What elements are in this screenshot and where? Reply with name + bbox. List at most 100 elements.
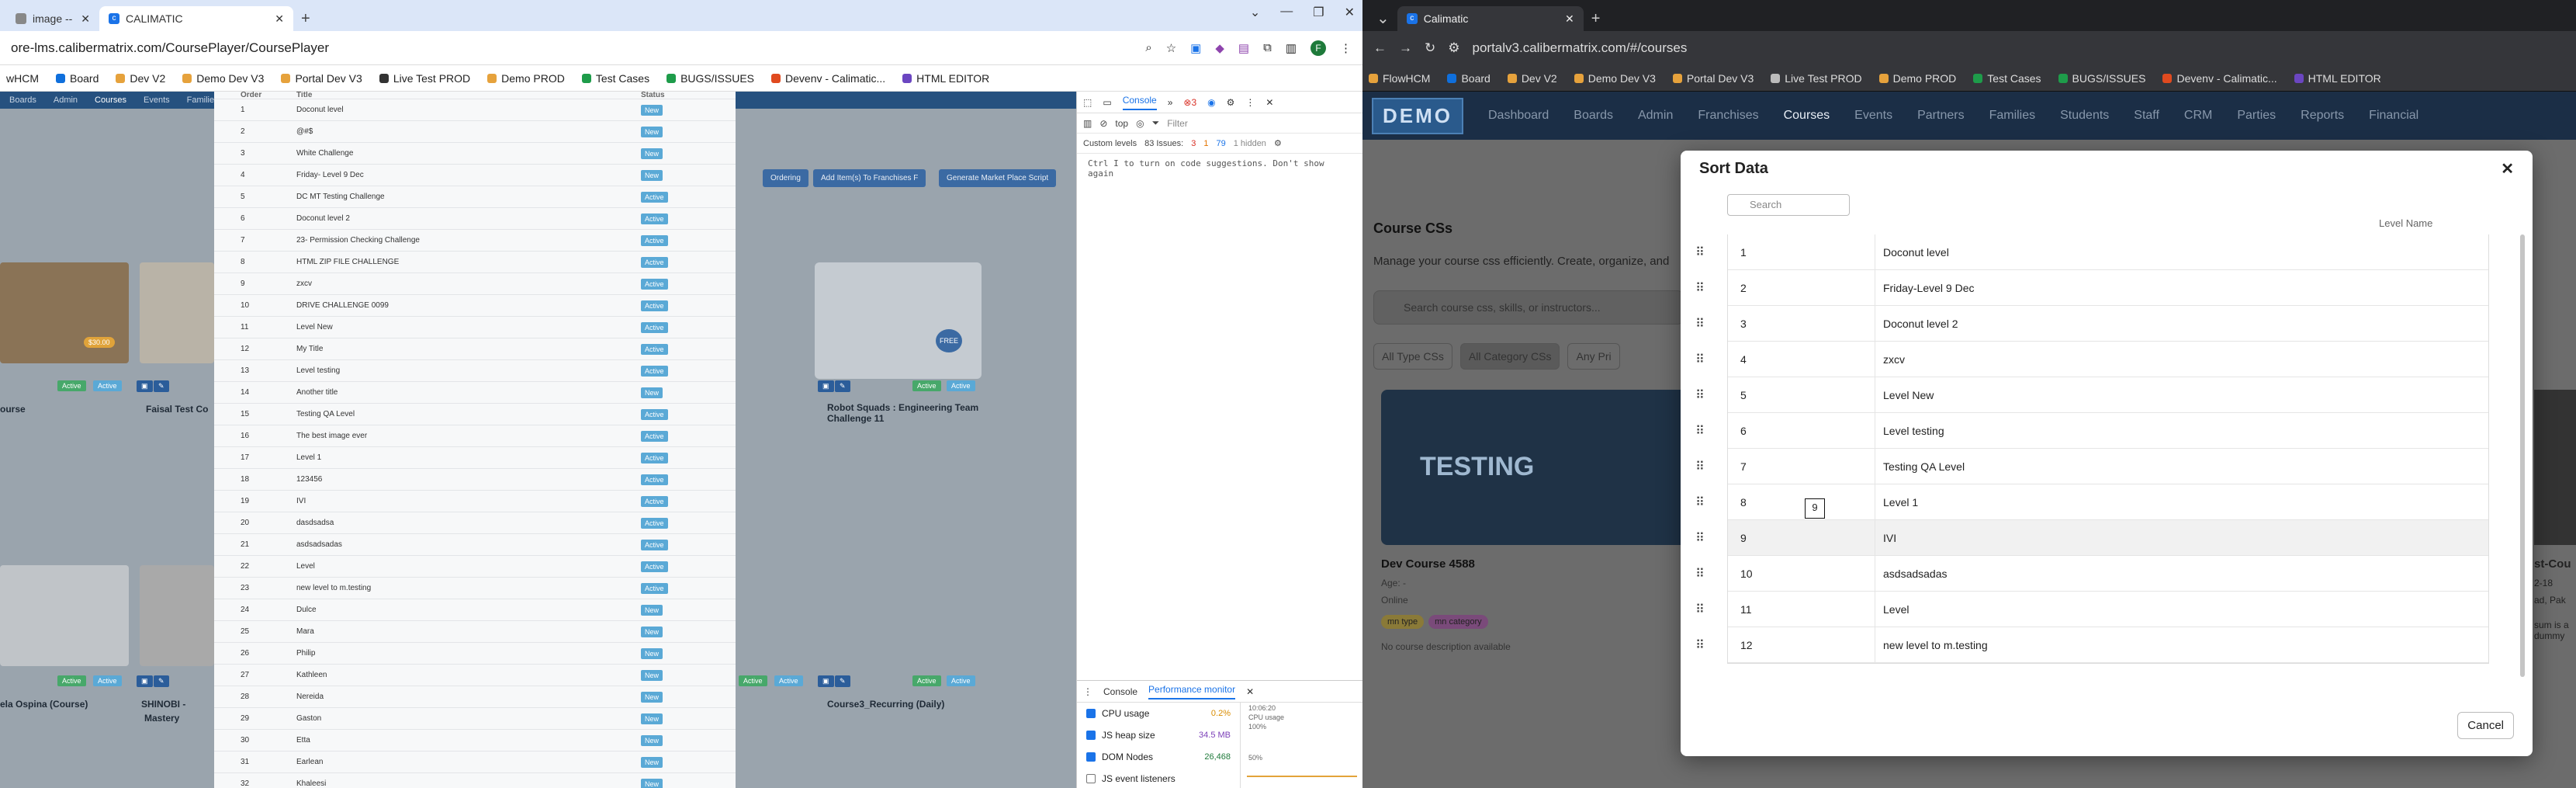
scrollbar[interactable] [2520, 234, 2525, 677]
extension-icon[interactable]: ◆ [1215, 41, 1224, 55]
sort-row[interactable]: 5 DC MT Testing Challenge Active [214, 186, 736, 208]
modal-search-input[interactable]: Search [1727, 194, 1850, 216]
nav-item[interactable]: Admin [54, 95, 78, 105]
card-title[interactable]: Robot Squads : Engineering Team Challeng… [827, 402, 990, 424]
sort-row[interactable]: 14 Another title New [214, 382, 736, 404]
edit-icon[interactable]: ✎ [154, 675, 169, 687]
metric-row[interactable]: JS event listeners [1077, 768, 1240, 788]
course-card-image[interactable]: TESTING [1381, 390, 1688, 545]
site-info-icon[interactable]: ⚙ [1448, 40, 1459, 56]
bookmark[interactable]: Portal Dev V3 [281, 72, 362, 85]
drag-handle-icon[interactable]: ⠿ [1694, 495, 1706, 510]
bookmark[interactable]: FlowHCM [1369, 72, 1430, 85]
nav-item-active[interactable]: Courses [95, 95, 126, 105]
drag-handle-icon[interactable]: ⠿ [1694, 316, 1706, 332]
minimize-icon[interactable]: — [1280, 5, 1293, 20]
pin-icon[interactable]: ▣ [137, 380, 153, 392]
issue-warnings[interactable]: 1 [1203, 139, 1208, 148]
bookmark[interactable]: Board [56, 72, 99, 85]
bookmark[interactable]: BUGS/ISSUES [2058, 72, 2145, 85]
issue-info[interactable]: 79 [1216, 139, 1225, 148]
ordering-button[interactable]: Ordering [763, 169, 808, 187]
sort-row[interactable]: 8 HTML ZIP FILE CHALLENGE Active [214, 252, 736, 273]
nav-item[interactable]: Dashboard [1488, 109, 1549, 123]
extension-icon[interactable]: ▤ [1238, 41, 1249, 55]
course-image[interactable] [140, 262, 214, 363]
gear-icon[interactable]: ⚙ [1274, 138, 1282, 148]
sort-row[interactable]: 21 asdsadsadas Active [214, 534, 736, 556]
cancel-button[interactable]: Cancel [2457, 712, 2514, 739]
sort-row[interactable]: 9 zxcv Active [214, 273, 736, 295]
sort-row[interactable]: 1 Doconut level New [214, 99, 736, 121]
tab-image[interactable]: image -- ✕ [6, 6, 99, 31]
bookmark[interactable]: Test Cases [1973, 72, 2041, 85]
sort-row[interactable]: 6 Doconut level 2 Active [214, 208, 736, 230]
card-title[interactable]: ela Ospina (Course) [0, 699, 88, 710]
drag-handle-icon[interactable]: ⠿ [1694, 530, 1706, 546]
nav-item[interactable]: Staff [2134, 109, 2159, 123]
sort-row[interactable]: 17 Level 1 Active [214, 447, 736, 469]
close-icon[interactable]: ✕ [2501, 159, 2514, 179]
close-window-icon[interactable]: ✕ [1345, 5, 1355, 20]
bookmark[interactable]: Demo Dev V3 [182, 72, 264, 85]
drag-handle-icon[interactable]: ⠿ [1694, 352, 1706, 367]
menu-icon[interactable]: ⋮ [1083, 686, 1092, 697]
sort-row[interactable]: ⠿ 4 zxcv [1695, 342, 2488, 377]
nav-item[interactable]: Students [2060, 109, 2109, 123]
url-field[interactable]: portalv3.calibermatrix.com/#/courses [1473, 40, 2566, 56]
error-count-badge[interactable]: ⊗3 [1183, 97, 1196, 108]
edit-icon[interactable]: ✎ [835, 675, 850, 687]
tab-console[interactable]: Console [1122, 95, 1157, 110]
sort-row[interactable]: 3 White Challenge New [214, 143, 736, 165]
drag-handle-icon[interactable]: ⠿ [1694, 423, 1706, 439]
bookmark[interactable]: HTML EDITOR [902, 72, 989, 85]
card-title[interactable]: Course3_Recurring (Daily) [827, 699, 944, 710]
sort-row[interactable]: 27 Kathleen New [214, 665, 736, 686]
inspect-icon[interactable]: ⬚ [1083, 97, 1092, 108]
generate-script-button[interactable]: Generate Market Place Script [939, 169, 1057, 187]
levels-select[interactable]: Custom levels [1083, 139, 1137, 148]
sidebar-icon[interactable]: ▥ [1286, 41, 1297, 55]
bookmark[interactable]: Live Test PROD [379, 72, 470, 85]
close-icon[interactable]: ✕ [275, 12, 284, 26]
sort-row[interactable]: ⠿ 10 asdsadsadas [1695, 556, 2488, 592]
nav-item[interactable]: Financial [2369, 109, 2418, 123]
clear-icon[interactable]: ⊘ [1099, 118, 1107, 129]
sort-row[interactable]: 18 123456 Active [214, 469, 736, 491]
sync-icon[interactable]: ◉ [1207, 97, 1215, 108]
bookmark[interactable]: Devenv - Calimatic... [2162, 72, 2277, 85]
nav-item[interactable]: Events [144, 95, 170, 105]
bookmark[interactable]: Test Cases [581, 72, 649, 85]
issue-errors[interactable]: 3 [1191, 139, 1196, 148]
bookmark[interactable]: Dev V2 [116, 72, 165, 85]
bookmark[interactable]: Demo Dev V3 [1574, 72, 1656, 85]
avatar[interactable]: F [1311, 40, 1326, 56]
course-card-image[interactable] [2534, 390, 2576, 545]
puzzle-icon[interactable]: ⧉ [1263, 41, 1272, 54]
drag-handle-icon[interactable]: ⠿ [1694, 459, 1706, 474]
sort-row[interactable]: 19 IVI Active [214, 491, 736, 512]
star-icon[interactable]: ☆ [1166, 41, 1176, 55]
sort-row[interactable]: 32 Khaleesi New [214, 773, 736, 788]
filter-input[interactable]: Filter [1167, 118, 1188, 129]
nav-item[interactable]: Partners [1917, 109, 1964, 123]
bookmark[interactable]: Demo PROD [487, 72, 565, 85]
sort-row[interactable]: ⠿ 12 new level to m.testing [1695, 627, 2488, 663]
sort-row[interactable]: 26 Philip New [214, 643, 736, 665]
menu-icon[interactable]: ⋮ [1245, 97, 1255, 108]
new-tab-button[interactable]: + [1584, 6, 1608, 31]
card-title[interactable]: Faisal Test Co [146, 404, 208, 415]
sort-row[interactable]: 28 Nereida New [214, 686, 736, 708]
nav-item[interactable]: Events [1854, 109, 1892, 123]
nav-item[interactable]: Parties [2237, 109, 2276, 123]
category-filter[interactable]: All Category CSs [1459, 343, 1560, 370]
close-icon[interactable]: ✕ [1246, 686, 1254, 697]
tab-calimatic[interactable]: c CALIMATIC ✕ [99, 6, 293, 31]
sidebar-icon[interactable]: ▥ [1083, 118, 1092, 129]
gear-icon[interactable]: ⚙ [1227, 97, 1235, 108]
sort-row[interactable]: ⠿ 5 Level New [1695, 377, 2488, 413]
add-items-button[interactable]: Add Item(s) To Franchises F [813, 169, 926, 187]
sort-row[interactable]: ⠿ 3 Doconut level 2 [1695, 306, 2488, 342]
forward-icon[interactable]: → [1399, 40, 1412, 56]
card-title[interactable]: st-Cou [2534, 557, 2571, 571]
